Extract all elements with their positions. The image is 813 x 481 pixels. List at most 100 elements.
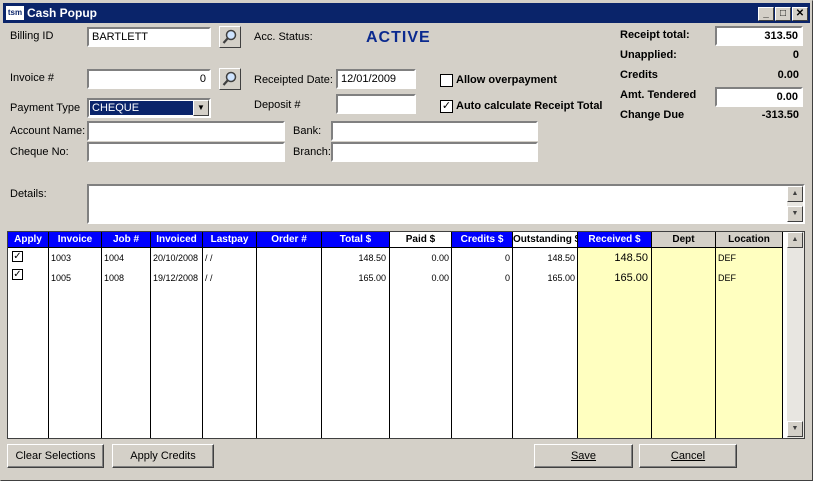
header-outstanding[interactable]: Outstanding $ (513, 232, 578, 248)
cell-paid: 0.00 (431, 273, 449, 283)
receipted-date-field[interactable]: 12/01/2009 (336, 69, 416, 89)
clear-selections-button[interactable]: Clear Selections (7, 444, 104, 468)
details-label: Details: (10, 188, 47, 200)
auto-calc-label: Auto calculate Receipt Total (456, 100, 603, 112)
header-lastpay[interactable]: Lastpay (203, 232, 257, 248)
header-location[interactable]: Location (716, 232, 783, 248)
cell-job: 1008 (104, 273, 125, 283)
credits-value: 0.00 (777, 69, 799, 81)
cell-total: 148.50 (358, 253, 386, 263)
receipt-total-label: Receipt total: (620, 29, 690, 41)
minimize-button[interactable]: _ (758, 7, 774, 21)
account-name-field[interactable] (87, 121, 285, 141)
bank-field[interactable] (331, 121, 538, 141)
cell-invoiced: 19/12/2008 (153, 273, 199, 283)
header-received[interactable]: Received $ (578, 232, 652, 248)
magnifier-icon (222, 29, 237, 44)
header-job[interactable]: Job # (102, 232, 151, 248)
deposit-label: Deposit # (254, 99, 301, 111)
unapplied-value: 0 (792, 49, 799, 61)
acc-status-label: Acc. Status: (254, 31, 313, 43)
payment-type-select[interactable]: CHEQUE ▼ (87, 98, 211, 118)
cell-outstanding: 165.00 (547, 273, 575, 283)
header-dept[interactable]: Dept (652, 232, 716, 248)
allow-overpayment-label: Allow overpayment (456, 74, 557, 86)
apply-credits-button[interactable]: Apply Credits (112, 444, 214, 468)
header-paid[interactable]: Paid $ (390, 232, 452, 248)
cell-job: 1004 (104, 253, 125, 263)
unapplied-label: Unapplied: (620, 49, 677, 61)
row-apply-checkbox[interactable]: ✓ (12, 251, 23, 262)
payment-type-value: CHEQUE (90, 101, 193, 115)
header-invoice[interactable]: Invoice (49, 232, 102, 248)
cell-order (259, 270, 319, 286)
amt-tendered-field[interactable]: 0.00 (715, 87, 803, 107)
bank-label: Bank: (293, 125, 322, 137)
change-due-value: -313.50 (761, 109, 799, 121)
chevron-down-icon[interactable]: ▼ (193, 100, 209, 116)
maximize-button[interactable]: □ (775, 7, 791, 21)
header-credits[interactable]: Credits $ (452, 232, 513, 248)
cell-invoice: 1003 (51, 253, 72, 263)
details-scrollbar[interactable]: ▲ ▼ (787, 186, 803, 222)
grid-col-apply (8, 232, 49, 438)
cell-total: 165.00 (358, 273, 386, 283)
invoice-field[interactable]: 0 (87, 69, 211, 89)
window-title: Cash Popup (27, 6, 98, 20)
close-button[interactable]: ✕ (792, 7, 808, 21)
cheque-no-label: Cheque No: (10, 146, 69, 158)
invoice-grid: Apply Invoice Job # Invoiced Lastpay Ord… (7, 231, 805, 439)
header-order[interactable]: Order # (257, 232, 322, 248)
cell-credits: 0 (504, 253, 510, 263)
title-bar[interactable]: tsm Cash Popup _ □ ✕ (3, 3, 810, 23)
cell-order (259, 250, 319, 266)
header-apply[interactable]: Apply (8, 232, 49, 248)
cheque-no-field[interactable] (87, 142, 285, 162)
amt-tendered-label: Amt. Tendered (620, 89, 697, 101)
receipted-date-label: Receipted Date: (254, 74, 333, 86)
scroll-down-icon[interactable]: ▼ (787, 206, 803, 222)
cell-invoiced: 20/10/2008 (153, 253, 199, 263)
change-due-label: Change Due (620, 109, 685, 121)
branch-field[interactable] (331, 142, 538, 162)
invoice-search-button[interactable] (219, 68, 241, 90)
cell-lastpay: / / (205, 253, 213, 263)
cell-lastpay: / / (205, 273, 213, 283)
acc-status-value: ACTIVE (366, 29, 431, 46)
row-apply-checkbox[interactable]: ✓ (12, 269, 23, 280)
app-icon: tsm (6, 6, 24, 20)
cell-dept[interactable] (654, 250, 714, 266)
save-button[interactable]: Save (534, 444, 633, 468)
scroll-up-icon[interactable]: ▲ (787, 186, 803, 202)
invoice-label: Invoice # (10, 72, 55, 84)
details-textarea[interactable]: ▲ ▼ (87, 184, 805, 224)
cell-dept[interactable] (654, 270, 714, 286)
receipt-total-field[interactable]: 313.50 (715, 26, 803, 46)
billing-id-label: Billing ID (10, 30, 54, 42)
scroll-up-icon[interactable]: ▲ (787, 232, 803, 248)
scroll-down-icon[interactable]: ▼ (787, 421, 803, 437)
cell-outstanding: 148.50 (547, 253, 575, 263)
cash-popup-window: tsm Cash Popup _ □ ✕ Billing ID BARTLETT… (0, 0, 813, 481)
credits-label: Credits (620, 69, 658, 81)
cell-credits: 0 (504, 273, 510, 283)
cell-paid: 0.00 (431, 253, 449, 263)
cell-received[interactable]: 148.50 (580, 250, 648, 266)
header-invoiced[interactable]: Invoiced (151, 232, 203, 248)
account-name-label: Account Name: (10, 125, 86, 137)
cancel-button[interactable]: Cancel (639, 444, 737, 468)
billing-search-button[interactable] (219, 26, 241, 48)
payment-type-label: Payment Type (10, 102, 81, 114)
cell-invoice: 1005 (51, 273, 72, 283)
magnifier-icon (222, 71, 237, 86)
deposit-field[interactable] (336, 94, 416, 114)
cell-received[interactable]: 165.00 (580, 270, 648, 286)
allow-overpayment-checkbox[interactable] (440, 74, 453, 87)
branch-label: Branch: (293, 146, 331, 158)
grid-scrollbar[interactable]: ▲ ▼ (787, 232, 804, 438)
header-total[interactable]: Total $ (322, 232, 390, 248)
cell-location[interactable]: DEF (718, 250, 780, 266)
auto-calc-checkbox[interactable]: ✓ (440, 100, 453, 113)
cell-location[interactable]: DEF (718, 270, 780, 286)
billing-id-field[interactable]: BARTLETT (87, 27, 211, 47)
